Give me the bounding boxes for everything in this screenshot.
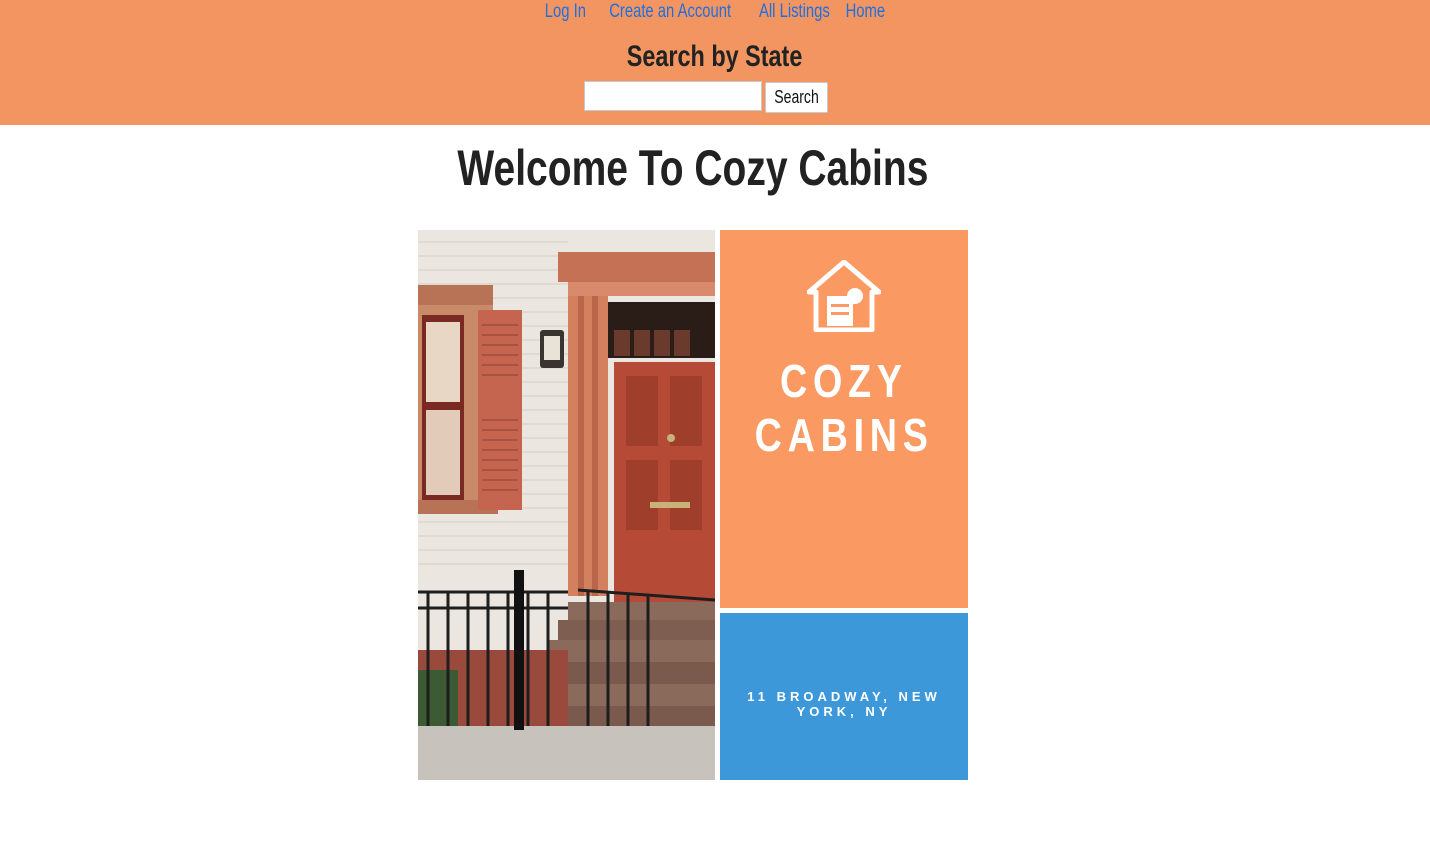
page-title-text: Welcome To Cozy Cabins xyxy=(457,140,928,196)
brand-panel: COZY CABINS xyxy=(720,230,968,608)
townhouse-door-photo xyxy=(418,230,715,780)
nav-link-all-listings[interactable]: All Listings xyxy=(759,0,830,24)
search-title-text: Search by State xyxy=(627,40,803,73)
poster-address: 11 BROADWAY, NEW YORK, NY xyxy=(747,689,941,719)
nav-link-log-in[interactable]: Log In xyxy=(545,0,586,24)
townhouse-illustration xyxy=(418,230,715,780)
state-search-input[interactable] xyxy=(584,81,762,111)
site-header: Log In Create an Account All Listings Ho… xyxy=(0,0,1430,125)
brand-name-line-2: CABINS xyxy=(754,409,934,461)
search-title: Search by State xyxy=(0,37,1430,77)
nav-link-home[interactable]: Home xyxy=(846,0,886,24)
nav-link-create-account[interactable]: Create an Account xyxy=(609,0,731,24)
brand-name-line-1: COZY xyxy=(780,355,908,407)
address-panel: 11 BROADWAY, NEW YORK, NY xyxy=(720,613,968,780)
hero-poster: COZY CABINS 11 BROADWAY, NEW YORK, NY xyxy=(418,230,968,780)
house-logo-icon xyxy=(807,260,881,332)
top-nav: Log In Create an Account All Listings Ho… xyxy=(0,0,1430,24)
search-button-label: Search xyxy=(774,87,819,107)
search-button[interactable]: Search xyxy=(765,82,828,113)
page-title: Welcome To Cozy Cabins xyxy=(0,140,1385,196)
